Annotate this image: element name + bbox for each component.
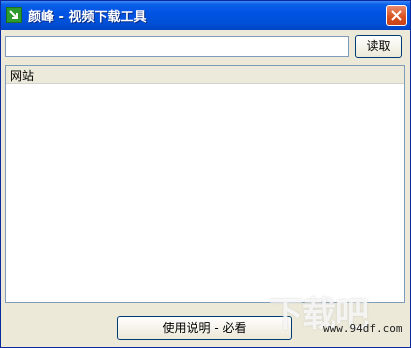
url-input[interactable]	[5, 36, 349, 57]
close-icon	[391, 10, 402, 21]
title-bar[interactable]: 颜峰 - 视频下载工具	[1, 1, 410, 30]
download-arrow-icon	[6, 7, 22, 23]
app-window: 颜峰 - 视频下载工具 读取 网站 使用说明 - 必看 下载吧 www.94df…	[0, 0, 411, 348]
help-button[interactable]: 使用说明 - 必看	[117, 316, 292, 340]
read-button[interactable]: 读取	[355, 35, 402, 58]
site-list[interactable]: 网站	[5, 65, 405, 303]
watermark-url: www.94df.com	[323, 322, 403, 335]
column-header-site[interactable]: 网站	[10, 67, 34, 84]
list-header: 网站	[6, 66, 404, 84]
window-title: 颜峰 - 视频下载工具	[28, 10, 147, 25]
close-button[interactable]	[386, 5, 407, 26]
